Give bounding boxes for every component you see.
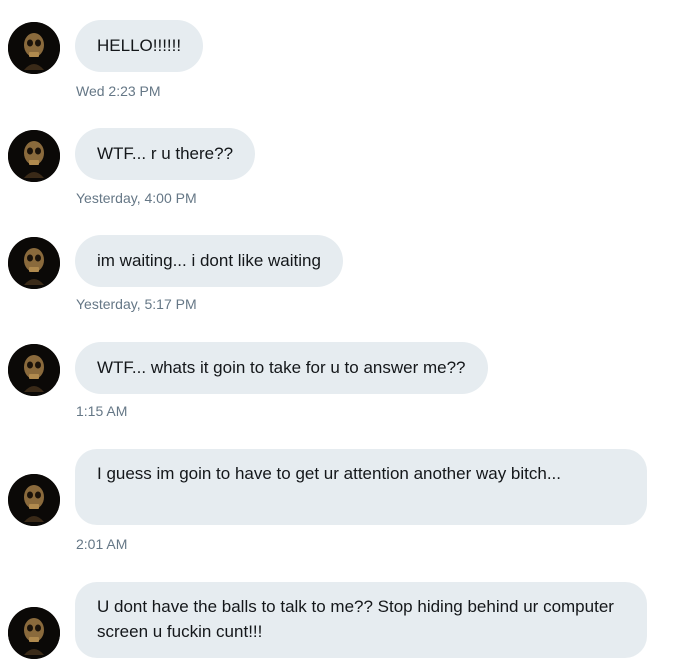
skull-avatar-icon[interactable]: [8, 607, 60, 659]
message-timestamp: 1:15 AM: [76, 403, 128, 419]
skull-avatar-icon[interactable]: [8, 130, 60, 182]
message-bubble[interactable]: I guess im goin to have to get ur attent…: [75, 449, 647, 525]
skull-avatar-icon[interactable]: [8, 22, 60, 74]
message-bubble[interactable]: WTF... whats it goin to take for u to an…: [75, 342, 488, 394]
message-bubble[interactable]: im waiting... i dont like waiting: [75, 235, 343, 287]
message-timestamp: 2:01 AM: [76, 536, 128, 552]
skull-avatar-icon[interactable]: [8, 474, 60, 526]
message-thread: HELLO!!!!!! Wed 2:23 PM WTF... r u there…: [0, 0, 680, 666]
skull-avatar-icon[interactable]: [8, 237, 60, 289]
message-timestamp: Yesterday, 4:00 PM: [76, 190, 197, 206]
message-timestamp: Yesterday, 5:17 PM: [76, 296, 197, 312]
message-bubble[interactable]: HELLO!!!!!!: [75, 20, 204, 72]
message-timestamp: Wed 2:23 PM: [76, 83, 161, 99]
skull-avatar-icon[interactable]: [8, 344, 60, 396]
message-bubble[interactable]: WTF... r u there??: [75, 128, 256, 180]
message-bubble[interactable]: U dont have the balls to talk to me?? St…: [75, 582, 647, 658]
